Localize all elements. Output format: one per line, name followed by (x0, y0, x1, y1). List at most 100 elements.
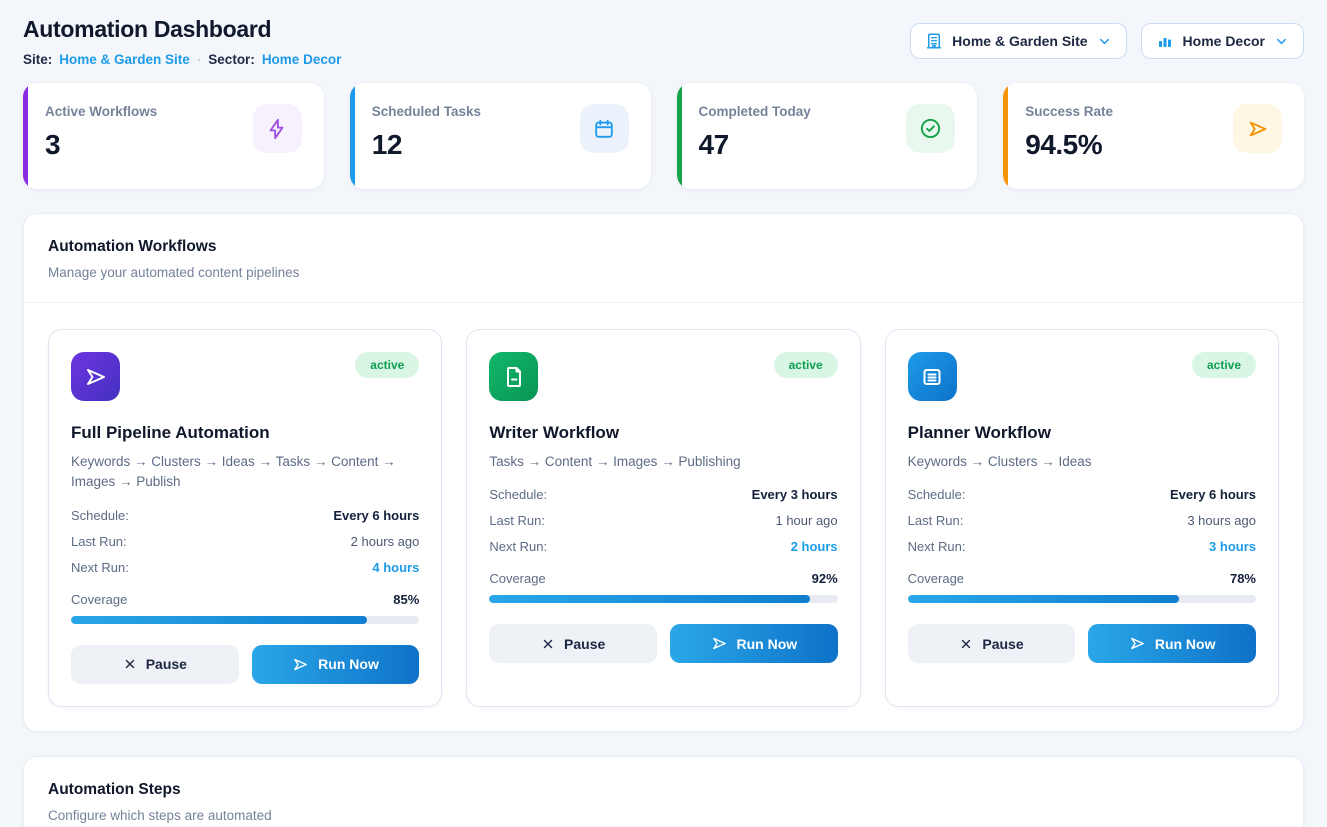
workflow-card-writer: active Writer Workflow Tasks → Content →… (466, 329, 860, 707)
coverage-block: Coverage 85% (71, 592, 419, 624)
next-run-value: 2 hours (791, 539, 838, 554)
calendar-icon (580, 104, 629, 153)
bar-chart-icon (1156, 32, 1174, 50)
stat-value: 47 (699, 129, 811, 161)
schedule-row: Schedule: Every 3 hours (489, 487, 837, 502)
workflow-name: Planner Workflow (908, 423, 1256, 443)
coverage-block: Coverage 78% (908, 571, 1256, 603)
separator-dot: · (197, 52, 202, 67)
run-now-button[interactable]: Run Now (1088, 624, 1256, 663)
site-selector-value: Home & Garden Site (952, 33, 1087, 49)
document-icon (489, 352, 538, 401)
accent-bar (350, 83, 355, 189)
stat-card-active-workflows: Active Workflows 3 (23, 83, 324, 189)
send-icon (1129, 635, 1146, 652)
x-icon (123, 657, 137, 671)
stat-value: 12 (372, 129, 481, 161)
stats-row: Active Workflows 3 Scheduled Tasks 12 Co… (23, 83, 1304, 189)
status-badge: active (355, 352, 419, 378)
site-label: Site: (23, 52, 52, 67)
coverage-block: Coverage 92% (489, 571, 837, 603)
page-header: Automation Dashboard Site: Home & Garden… (23, 16, 1304, 67)
coverage-progressbar (71, 616, 419, 624)
send-icon (71, 352, 120, 401)
schedule-value: Every 3 hours (752, 487, 838, 502)
check-circle-icon (906, 104, 955, 153)
stat-card-completed-today: Completed Today 47 (677, 83, 978, 189)
last-run-row: Last Run: 1 hour ago (489, 513, 837, 528)
stat-label: Scheduled Tasks (372, 104, 481, 119)
workflow-card-planner: active Planner Workflow Keywords → Clust… (885, 329, 1279, 707)
sector-label: Sector: (208, 52, 255, 67)
next-run-row: Next Run: 3 hours (908, 539, 1256, 554)
x-icon (541, 637, 555, 651)
site-selector-dropdown[interactable]: Home & Garden Site (910, 23, 1126, 59)
accent-bar (23, 83, 28, 189)
site-link[interactable]: Home & Garden Site (59, 52, 190, 67)
schedule-value: Every 6 hours (1170, 487, 1256, 502)
last-run-value: 3 hours ago (1187, 513, 1256, 528)
workflow-pipeline: Keywords → Clusters → Ideas (908, 452, 1256, 472)
pause-button[interactable]: Pause (489, 624, 657, 663)
automation-dashboard-page: Automation Dashboard Site: Home & Garden… (0, 0, 1327, 827)
last-run-row: Last Run: 2 hours ago (71, 534, 419, 549)
coverage-percent: 78% (1230, 571, 1256, 586)
status-badge: active (1192, 352, 1256, 378)
coverage-progress-fill (71, 616, 367, 624)
run-now-button[interactable]: Run Now (252, 645, 420, 684)
send-icon (1233, 104, 1282, 153)
stat-value: 94.5% (1025, 129, 1113, 161)
coverage-progressbar (489, 595, 837, 603)
workflows-panel-title: Automation Workflows (48, 238, 1279, 256)
run-now-button[interactable]: Run Now (670, 624, 838, 663)
next-run-row: Next Run: 4 hours (71, 560, 419, 575)
sector-selector-value: Home Decor (1183, 33, 1265, 49)
pause-button[interactable]: Pause (908, 624, 1076, 663)
workflow-card-full-pipeline: active Full Pipeline Automation Keywords… (48, 329, 442, 707)
breadcrumb: Site: Home & Garden Site · Sector: Home … (23, 52, 341, 67)
coverage-progress-fill (908, 595, 1180, 603)
page-title: Automation Dashboard (23, 16, 341, 43)
header-selectors: Home & Garden Site Home Decor (910, 23, 1304, 59)
workflows-panel-header: Automation Workflows Manage your automat… (24, 214, 1303, 303)
coverage-percent: 85% (393, 592, 419, 607)
coverage-progress-fill (489, 595, 809, 603)
list-icon (908, 352, 957, 401)
workflows-panel-subtitle: Manage your automated content pipelines (48, 265, 1279, 280)
workflow-grid: active Full Pipeline Automation Keywords… (24, 303, 1303, 731)
stat-card-scheduled-tasks: Scheduled Tasks 12 (350, 83, 651, 189)
steps-panel-subtitle: Configure which steps are automated (48, 808, 1279, 823)
coverage-progressbar (908, 595, 1256, 603)
chevron-down-icon (1274, 34, 1289, 49)
last-run-row: Last Run: 3 hours ago (908, 513, 1256, 528)
pause-button[interactable]: Pause (71, 645, 239, 684)
building-icon (925, 32, 943, 50)
steps-panel-title: Automation Steps (48, 781, 1279, 799)
header-left: Automation Dashboard Site: Home & Garden… (23, 16, 341, 67)
accent-bar (1003, 83, 1008, 189)
stat-value: 3 (45, 129, 157, 161)
workflows-panel: Automation Workflows Manage your automat… (23, 213, 1304, 732)
stat-label: Active Workflows (45, 104, 157, 119)
sector-link[interactable]: Home Decor (262, 52, 342, 67)
steps-panel: Automation Steps Configure which steps a… (23, 756, 1304, 827)
schedule-value: Every 6 hours (333, 508, 419, 523)
sector-selector-dropdown[interactable]: Home Decor (1141, 23, 1304, 59)
workflow-pipeline: Keywords → Clusters → Ideas → Tasks → Co… (71, 452, 419, 493)
x-icon (959, 637, 973, 651)
stat-label: Success Rate (1025, 104, 1113, 119)
status-badge: active (774, 352, 838, 378)
last-run-value: 1 hour ago (775, 513, 837, 528)
stat-label: Completed Today (699, 104, 811, 119)
accent-bar (677, 83, 682, 189)
steps-panel-header: Automation Steps Configure which steps a… (24, 757, 1303, 827)
workflow-name: Full Pipeline Automation (71, 423, 419, 443)
coverage-percent: 92% (812, 571, 838, 586)
next-run-row: Next Run: 2 hours (489, 539, 837, 554)
stat-card-success-rate: Success Rate 94.5% (1003, 83, 1304, 189)
next-run-value: 3 hours (1209, 539, 1256, 554)
bolt-icon (253, 104, 302, 153)
workflow-name: Writer Workflow (489, 423, 837, 443)
schedule-row: Schedule: Every 6 hours (71, 508, 419, 523)
send-icon (711, 635, 728, 652)
